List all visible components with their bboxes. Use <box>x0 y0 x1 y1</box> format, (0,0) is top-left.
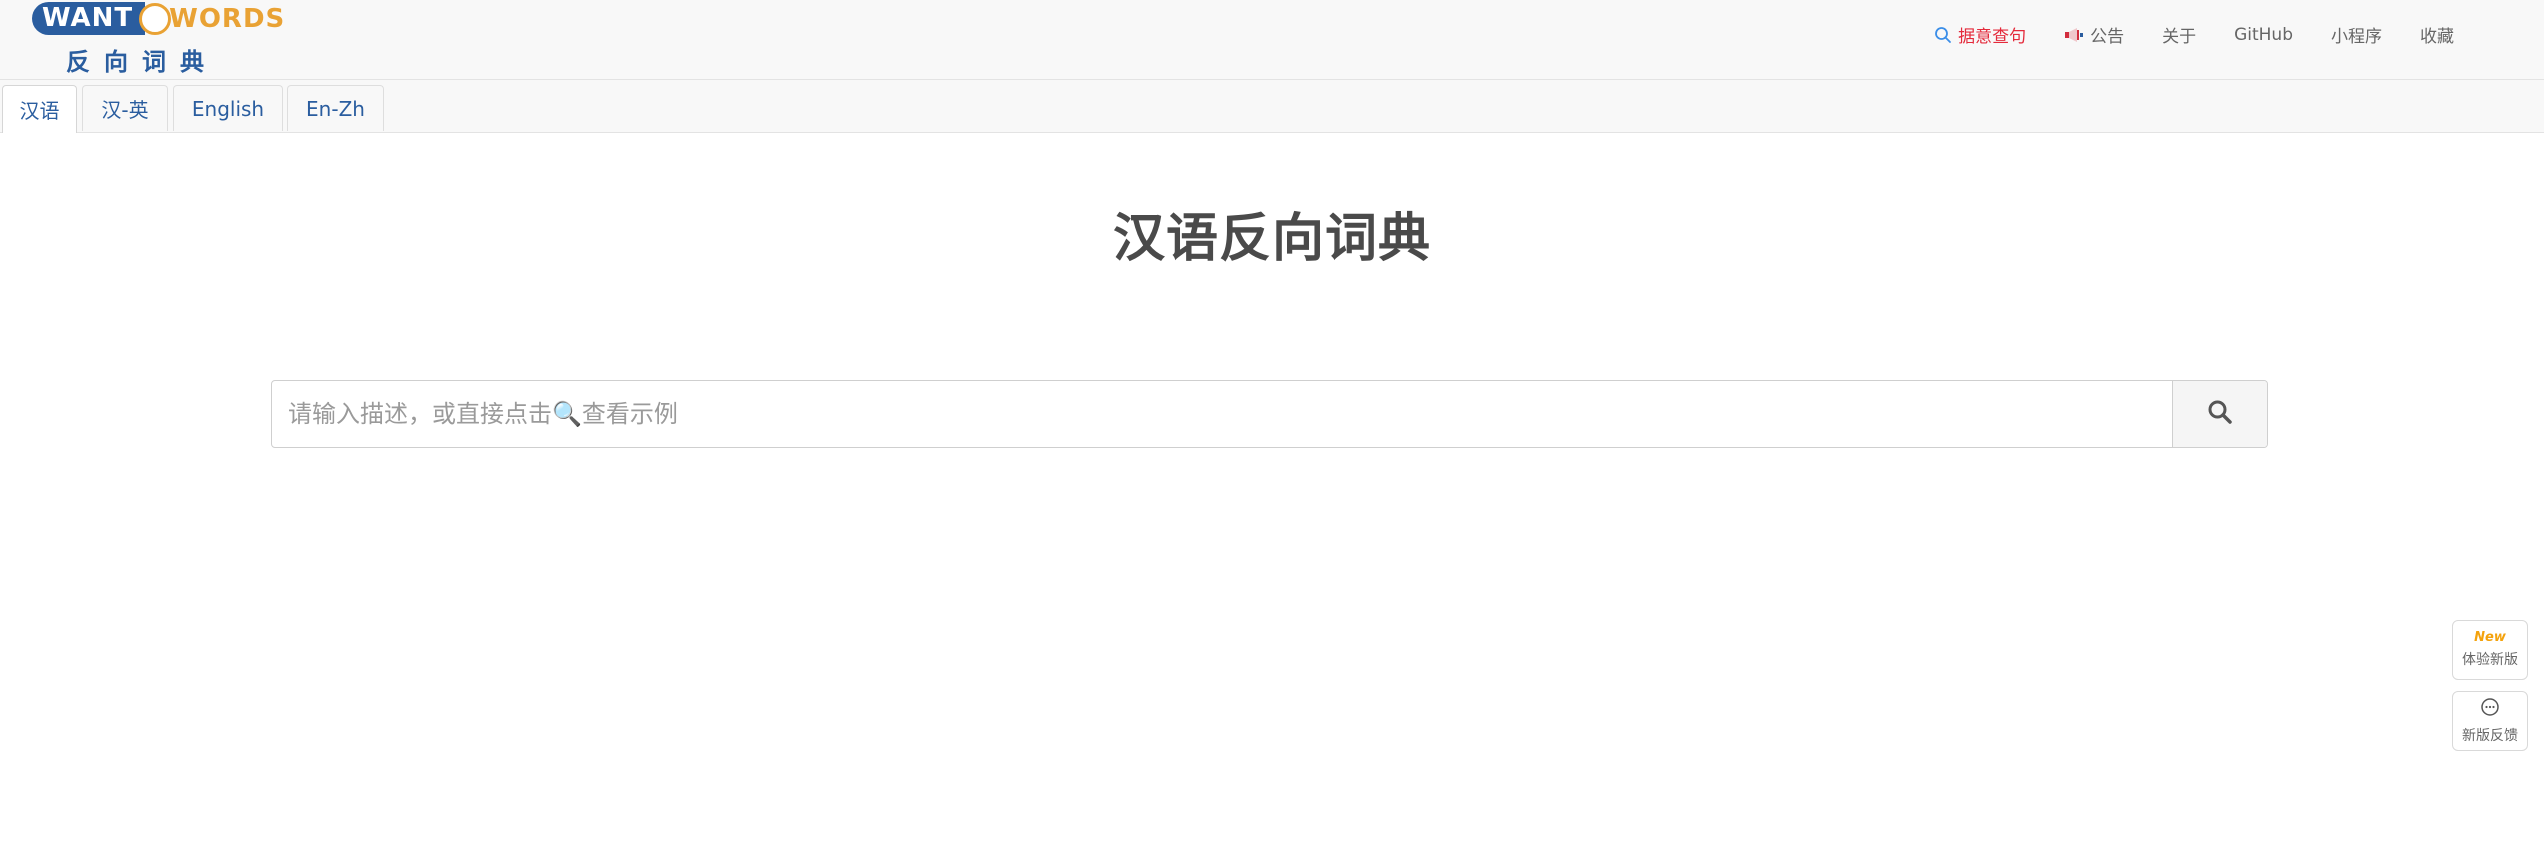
new-badge-icon: New <box>2474 630 2506 645</box>
page-title: 汉语反向词典 <box>1112 208 1431 269</box>
try-new-version-button[interactable]: New 体验新版 <box>2452 620 2528 680</box>
nav-item-label: 小程序 <box>2331 27 2382 47</box>
logo-ring-icon <box>139 2 172 35</box>
header: WANT WORDS 反向词典 据意查句 公告 关于 GitHub 小程序 收藏 <box>0 0 2544 80</box>
tab-chinese[interactable]: 汉语 <box>2 85 77 133</box>
search-icon <box>1934 26 1952 44</box>
logo[interactable]: WANT WORDS 反向词典 <box>32 2 284 76</box>
nav-item-sentence-search[interactable]: 据意查句 <box>1934 22 2026 47</box>
search-bar <box>271 380 2268 448</box>
logo-words-text: WORDS <box>169 3 286 34</box>
feedback-button[interactable]: 新版反馈 <box>2452 691 2528 751</box>
search-input[interactable] <box>272 381 2174 447</box>
nav-item-mini-program[interactable]: 小程序 <box>2331 22 2382 47</box>
logo-want-text: WANT <box>32 2 146 35</box>
language-tabs: 汉语 汉-英 English En-Zh <box>0 80 2544 133</box>
logo-subtitle: 反向词典 <box>66 48 218 76</box>
search-icon <box>2207 399 2233 429</box>
nav-item-label: 收藏 <box>2420 27 2454 47</box>
chat-bubble-icon <box>2480 697 2500 721</box>
nav-item-favorites[interactable]: 收藏 <box>2420 22 2454 47</box>
nav-item-about[interactable]: 关于 <box>2162 22 2196 47</box>
megaphone-icon <box>2064 27 2084 43</box>
nav-item-label: 据意查句 <box>1958 27 2027 47</box>
tab-english-chinese[interactable]: En-Zh <box>287 85 384 131</box>
nav-item-github[interactable]: GitHub <box>2234 25 2293 45</box>
try-new-version-label: 体验新版 <box>2462 652 2518 668</box>
tab-chinese-english[interactable]: 汉-英 <box>82 85 168 131</box>
nav-item-label: 关于 <box>2162 27 2197 47</box>
nav-item-announcement[interactable]: 公告 <box>2064 22 2124 47</box>
nav-item-label: GitHub <box>2234 24 2293 45</box>
nav-item-label: 公告 <box>2090 27 2125 47</box>
search-button[interactable] <box>2172 381 2267 447</box>
top-nav: 据意查句 公告 关于 GitHub 小程序 收藏 <box>1896 22 2454 47</box>
tab-english[interactable]: English <box>173 85 283 131</box>
feedback-label: 新版反馈 <box>2462 728 2518 744</box>
